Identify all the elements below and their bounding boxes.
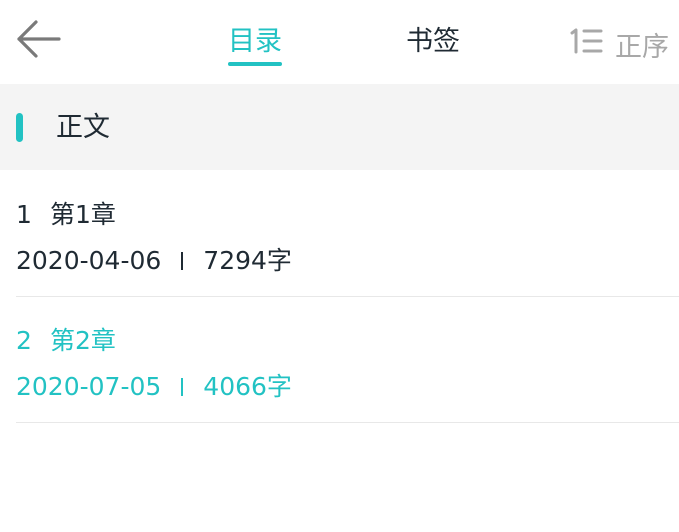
chapter-number: 2 bbox=[16, 326, 32, 355]
chapter-title-row: 1 第1章 bbox=[16, 198, 116, 232]
arrow-left-icon bbox=[15, 19, 61, 63]
chapter-meta: 2020-04-06 7294字 bbox=[16, 244, 292, 278]
chapter-item[interactable]: 1 第1章 2020-04-06 7294字 bbox=[16, 170, 679, 297]
chapter-title-row: 2 第2章 bbox=[16, 324, 116, 358]
chapter-item-current[interactable]: 2 第2章 2020-07-05 4066字 bbox=[16, 296, 679, 423]
chapter-date: 2020-04-06 bbox=[16, 246, 162, 275]
section-title: 正文 bbox=[56, 112, 110, 143]
chapter-meta: 2020-07-05 4066字 bbox=[16, 370, 292, 404]
tab-bookmarks-label: 书签 bbox=[406, 26, 460, 57]
chapter-word-count: 7294字 bbox=[203, 246, 292, 275]
meta-separator bbox=[181, 252, 184, 270]
tab-bookmarks[interactable]: 书签 bbox=[406, 22, 460, 66]
sort-order-icon bbox=[569, 27, 603, 62]
chapter-title: 第1章 bbox=[50, 200, 116, 229]
top-bar: 目录 书签 正序 bbox=[0, 0, 679, 84]
tab-catalog-label: 目录 bbox=[228, 26, 282, 57]
chapter-number: 1 bbox=[16, 200, 32, 229]
tab-catalog[interactable]: 目录 bbox=[228, 22, 282, 66]
sort-order-button[interactable]: 正序 bbox=[569, 24, 669, 64]
chapter-word-count: 4066字 bbox=[203, 372, 292, 401]
section-marker bbox=[16, 113, 23, 142]
back-button[interactable] bbox=[12, 18, 64, 64]
active-tab-indicator bbox=[228, 62, 282, 66]
sort-order-label: 正序 bbox=[615, 31, 669, 63]
meta-separator bbox=[181, 378, 184, 396]
chapter-date: 2020-07-05 bbox=[16, 372, 162, 401]
chapter-title: 第2章 bbox=[50, 326, 116, 355]
